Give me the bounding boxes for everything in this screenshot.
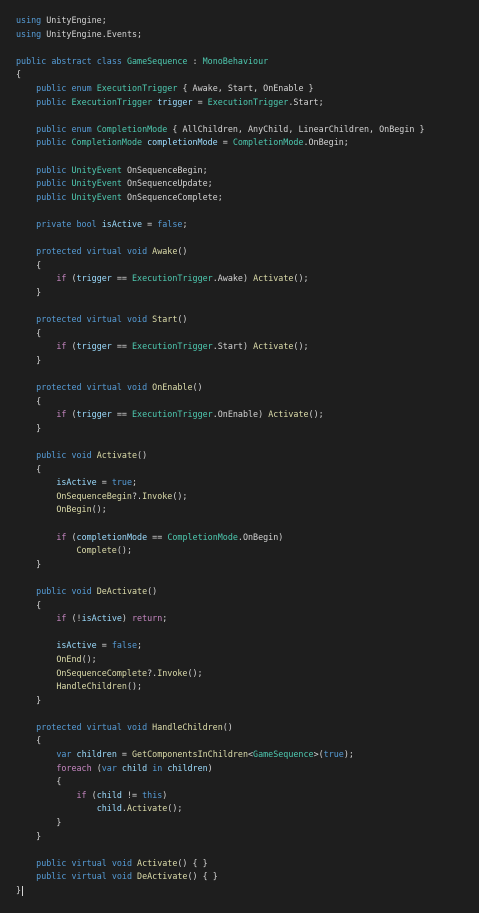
code-line: var children = GetComponentsInChildren<G… xyxy=(56,749,354,760)
code-line: } xyxy=(36,694,42,705)
code-line: } xyxy=(36,422,42,433)
code-line: if (trigger == ExecutionTrigger.Start) A… xyxy=(56,341,309,352)
code-line: if (!isActive) return; xyxy=(56,613,168,624)
code-line: if (child != this) xyxy=(76,789,168,800)
code-line: HandleChildren(); xyxy=(56,681,143,692)
code-line: protected virtual void Start() xyxy=(36,314,188,325)
code-line: } xyxy=(36,286,42,297)
code-line: isActive = true; xyxy=(56,477,138,488)
code-line: isActive = false; xyxy=(56,640,143,651)
code-line: if (trigger == ExecutionTrigger.OnEnable… xyxy=(56,409,324,420)
code-line: if (trigger == ExecutionTrigger.Awake) A… xyxy=(56,273,309,284)
code-line: { xyxy=(36,463,42,474)
code-line: public CompletionMode completionMode = C… xyxy=(36,137,349,148)
code-line: private bool isActive = false; xyxy=(36,218,188,229)
code-line: { xyxy=(36,395,42,406)
code-line: public UnityEvent OnSequenceComplete; xyxy=(36,191,223,202)
code-line: OnEnd(); xyxy=(56,653,97,664)
code-line: } xyxy=(36,830,42,841)
code-line: protected virtual void Awake() xyxy=(36,246,188,257)
code-line: OnBegin(); xyxy=(56,504,107,515)
code-line: if (completionMode == CompletionMode.OnB… xyxy=(56,531,284,542)
code-line: } xyxy=(56,817,62,828)
code-line: } xyxy=(36,354,42,365)
code-line: public enum ExecutionTrigger { Awake, St… xyxy=(36,82,314,93)
code-line: } xyxy=(16,885,24,896)
code-line: public UnityEvent OnSequenceUpdate; xyxy=(36,178,213,189)
code-line: public ExecutionTrigger trigger = Execut… xyxy=(36,96,324,107)
code-line: public void Activate() xyxy=(36,450,148,460)
code-line: foreach (var child in children) xyxy=(56,762,213,773)
code-line: protected virtual void OnEnable() xyxy=(36,382,203,393)
code-line: child.Activate(); xyxy=(96,803,183,814)
code-editor[interactable]: using UnityEngine; using UnityEngine.Even… xyxy=(0,0,479,913)
code-line: } xyxy=(36,558,42,569)
code-line: public UnityEvent OnSequenceBegin; xyxy=(36,164,208,175)
code-line: public enum CompletionMode { AllChildren… xyxy=(36,123,425,134)
code-line: OnSequenceComplete?.Invoke(); xyxy=(56,667,203,678)
code-line: using UnityEngine.Events; xyxy=(16,28,143,39)
code-line: using UnityEngine; xyxy=(16,15,107,25)
code-line: public virtual void DeActivate() { } xyxy=(36,871,218,882)
code-line: { xyxy=(36,327,42,338)
code-line: public abstract class GameSequence : Mon… xyxy=(16,55,269,66)
code-line: { xyxy=(16,69,22,80)
code-line: { xyxy=(36,259,42,270)
code-line: { xyxy=(36,735,42,746)
code-line: protected virtual void HandleChildren() xyxy=(36,721,233,732)
code-line: { xyxy=(36,599,42,610)
code-area[interactable]: using UnityEngine; using UnityEngine.Even… xyxy=(16,14,479,898)
code-line: public void DeActivate() xyxy=(36,585,158,596)
code-line: Complete(); xyxy=(76,545,132,556)
code-line: { xyxy=(56,776,62,787)
code-line: public virtual void Activate() { } xyxy=(36,857,208,868)
code-line: OnSequenceBegin?.Invoke(); xyxy=(56,490,188,501)
text-cursor xyxy=(22,885,24,896)
